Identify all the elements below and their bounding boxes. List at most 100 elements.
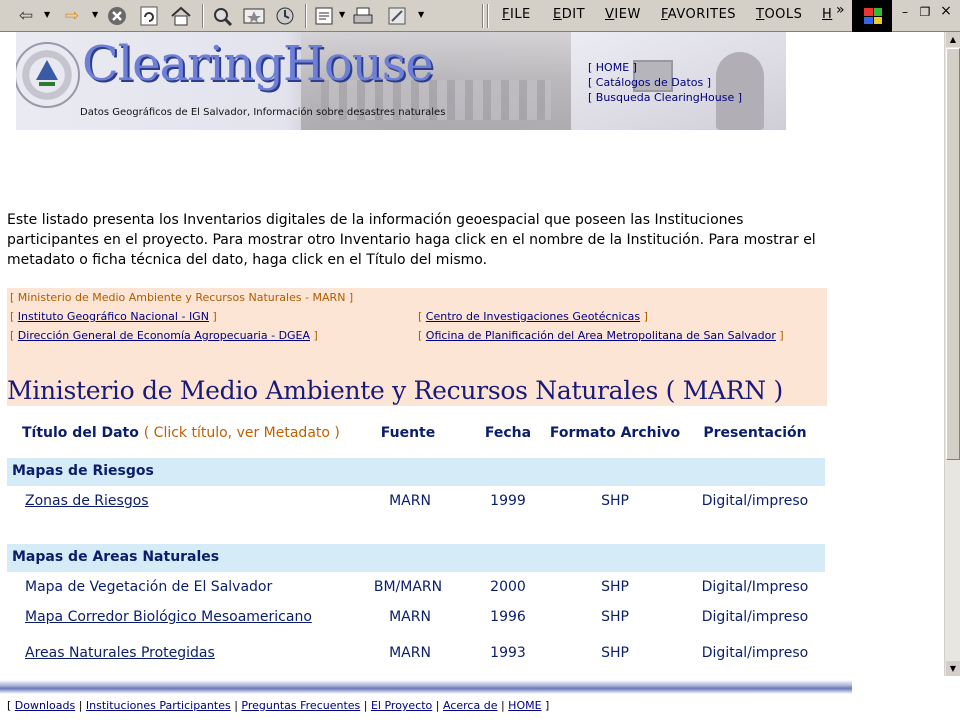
header-date: Fecha — [484, 425, 532, 441]
banner-nav: [ HOME ] [ Catálogos de Datos ] [ Busque… — [588, 60, 742, 105]
home-icon[interactable] — [168, 3, 194, 29]
menu-tools[interactable]: TOOLS — [756, 7, 802, 22]
menu-edit[interactable]: EDIT — [553, 7, 585, 22]
menu-view[interactable]: VIEW — [605, 7, 641, 22]
site-banner: ClearingHouse Datos Geográficos de El Sa… — [16, 32, 786, 130]
row-title: Areas Naturales Protegidas — [25, 645, 215, 661]
menu-overflow-icon[interactable]: » — [836, 2, 845, 18]
footer-link-faq[interactable]: Preguntas Frecuentes — [241, 699, 360, 712]
row-format: SHP — [601, 493, 629, 509]
history-icon[interactable] — [272, 3, 298, 29]
menu-help-accel: H — [822, 7, 833, 22]
footer-link-downloads[interactable]: Downloads — [15, 699, 75, 712]
institution-link-ign-anchor[interactable]: Instituto Geográfico Nacional - IGN — [18, 310, 209, 323]
stop-icon[interactable] — [105, 3, 129, 29]
back-dropdown-icon[interactable]: ▼ — [44, 10, 50, 19]
row-source: MARN — [389, 493, 431, 509]
back-glyph: ⇦ — [18, 6, 34, 26]
favorites-icon-svg — [243, 8, 265, 24]
institution-link-dgea-anchor[interactable]: Dirección General de Economía Agropecuar… — [18, 329, 310, 342]
menu-file-rest: ILE — [509, 7, 531, 22]
mail-icon[interactable] — [312, 3, 338, 29]
row-format: SHP — [601, 609, 629, 625]
row-date: 1996 — [490, 609, 526, 625]
header-title-note: ( Click título, ver Metadato ) — [143, 425, 340, 441]
row-title: Zonas de Riesgos — [25, 493, 149, 509]
institutions-panel: [ Ministerio de Medio Ambiente y Recurso… — [7, 288, 827, 406]
search-icon[interactable] — [210, 3, 236, 29]
print-icon-svg — [353, 7, 373, 24]
minimize-button[interactable]: – — [898, 5, 912, 19]
banner-link-home[interactable]: [ HOME ] — [588, 60, 742, 75]
row-presentation: Digital/impreso — [701, 609, 809, 625]
vertical-scrollbar[interactable]: ▲ ▼ — [944, 32, 960, 676]
row-title: Mapa de Vegetación de El Salvador — [25, 579, 273, 595]
flag-yellow — [873, 16, 882, 24]
institution-heading: Ministerio de Medio Ambiente y Recursos … — [7, 376, 783, 405]
banner-title: ClearingHouse — [82, 36, 434, 92]
institution-link-ign: [ Instituto Geográfico Nacional - IGN ] — [10, 310, 217, 323]
row-date: 1993 — [490, 645, 526, 661]
back-icon[interactable]: ⇦ — [14, 3, 38, 29]
row-date: 1999 — [490, 493, 526, 509]
current-institution: [ Ministerio de Medio Ambiente y Recurso… — [10, 291, 354, 304]
edit-page-icon[interactable] — [384, 3, 410, 29]
menu-help[interactable]: H — [822, 7, 832, 22]
banner-subtitle: Datos Geográficos de El Salvador, Inform… — [80, 107, 446, 118]
banner-link-search[interactable]: [ Busqueda ClearingHouse ] — [588, 90, 742, 105]
institution-link-cig-anchor[interactable]: Centro de Investigaciones Geotécnicas — [426, 310, 640, 323]
header-source: Fuente — [380, 425, 436, 441]
footer-link-home[interactable]: HOME — [508, 699, 541, 712]
mail-dropdown-icon[interactable]: ▼ — [339, 10, 345, 19]
row-format: SHP — [601, 579, 629, 595]
row-title-link[interactable]: Areas Naturales Protegidas — [25, 645, 215, 661]
intro-paragraph: Este listado presenta los Inventarios di… — [7, 212, 816, 268]
edit-dropdown-icon[interactable]: ▼ — [418, 10, 424, 19]
banner-link-catalogs[interactable]: [ Catálogos de Datos ] — [588, 75, 742, 90]
mail-icon-svg — [315, 7, 333, 25]
menu-file[interactable]: FILE — [502, 7, 531, 22]
footer-link-about[interactable]: Acerca de — [443, 699, 497, 712]
print-icon[interactable] — [350, 3, 376, 29]
refresh-icon[interactable] — [137, 3, 161, 29]
institution-link-cig: [ Centro de Investigaciones Geotécnicas … — [418, 310, 648, 323]
flag-green — [873, 8, 882, 16]
header-title: Título del Dato ( Click título, ver Meta… — [22, 425, 340, 441]
forward-glyph: ⇨ — [64, 6, 80, 26]
header-format: Formato Archivo — [549, 425, 681, 441]
institution-link-opamss-anchor[interactable]: Oficina de Planificación del Area Metrop… — [426, 329, 776, 342]
forward-icon[interactable]: ⇨ — [58, 3, 86, 29]
menu-tools-rest: OOLS — [764, 7, 803, 22]
row-presentation: Digital/impreso — [701, 645, 809, 661]
forward-dropdown-icon[interactable]: ▼ — [92, 10, 98, 19]
close-button[interactable]: × — [939, 3, 953, 19]
scroll-thumb[interactable] — [946, 48, 960, 460]
scroll-up-icon[interactable]: ▲ — [946, 32, 960, 47]
toolbar-separator — [482, 4, 484, 28]
search-icon-svg — [214, 8, 233, 26]
toolbar-separator — [202, 4, 204, 28]
row-title-link[interactable]: Mapa Corredor Biológico Mesoamericano — [25, 609, 312, 625]
scroll-down-icon[interactable]: ▼ — [946, 661, 960, 676]
category-natural-areas: Mapas de Areas Naturales — [7, 544, 825, 572]
footer-link-project[interactable]: El Proyecto — [371, 699, 432, 712]
header-presentation: Presentación — [703, 425, 807, 441]
menu-favorites-accel: F — [661, 7, 668, 22]
menu-favorites[interactable]: FAVORITES — [661, 7, 736, 22]
restore-button[interactable]: ❐ — [918, 5, 932, 19]
footer-nav: [ Downloads | Instituciones Participante… — [7, 699, 550, 712]
stop-icon-svg — [108, 7, 126, 25]
row-source: MARN — [389, 609, 431, 625]
menu-favorites-rest: AVORITES — [667, 7, 737, 22]
row-title-link[interactable]: Zonas de Riesgos — [25, 493, 149, 509]
windows-logo-icon — [852, 0, 892, 32]
menu-edit-rest: DIT — [561, 7, 586, 22]
footer-link-institutions[interactable]: Instituciones Participantes — [86, 699, 231, 712]
row-format: SHP — [601, 645, 629, 661]
favorites-icon[interactable] — [241, 3, 267, 29]
row-source: BM/MARN — [373, 579, 443, 595]
category-risk-maps: Mapas de Riesgos — [7, 458, 825, 486]
home-icon-svg — [171, 6, 191, 26]
menu-file-accel: F — [502, 7, 510, 22]
toolbar-separator — [305, 4, 307, 28]
